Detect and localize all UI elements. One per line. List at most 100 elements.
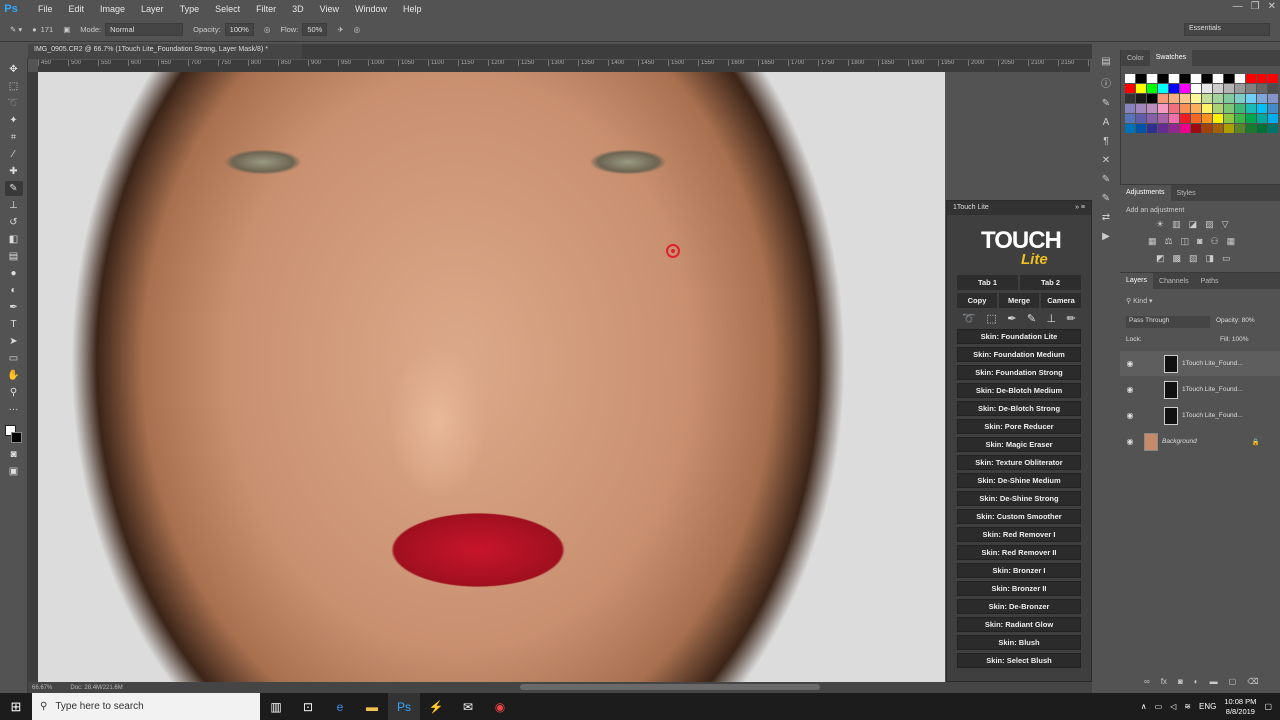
skin-button[interactable]: Skin: Select Blush xyxy=(957,653,1081,668)
network-icon[interactable]: ▭ xyxy=(1155,702,1163,711)
skin-button[interactable]: Skin: Custom Smoother xyxy=(957,509,1081,524)
menu-help[interactable]: Help xyxy=(395,4,430,14)
photoshop-taskbar-icon[interactable]: Ps xyxy=(388,693,420,720)
group-icon[interactable]: ▬ xyxy=(1210,677,1218,686)
threshold-icon[interactable]: ▧ xyxy=(1189,253,1198,264)
color-swatch[interactable] xyxy=(1268,124,1278,133)
gradient-tool-icon[interactable]: ▤ xyxy=(5,249,23,264)
color-swatch[interactable] xyxy=(1257,124,1267,133)
clone-stamp-tool-icon[interactable]: ⊥ xyxy=(5,198,23,213)
color-swatch[interactable] xyxy=(1136,74,1146,83)
tab-swatches[interactable]: Swatches xyxy=(1149,50,1193,66)
color-swatch[interactable] xyxy=(1125,74,1135,83)
color-swatch[interactable] xyxy=(1235,104,1245,113)
blend-mode-select[interactable]: Pass Through xyxy=(1126,316,1210,328)
play-icon[interactable]: ▶ xyxy=(1102,231,1110,242)
color-swatch[interactable] xyxy=(1213,104,1223,113)
channel-mixer-icon[interactable]: ⚇ xyxy=(1211,236,1219,247)
curves-icon[interactable]: ◪ xyxy=(1189,219,1198,230)
layer-row[interactable]: ◉ Background 🔒 xyxy=(1120,429,1280,454)
color-swatch[interactable] xyxy=(1125,84,1135,93)
clock[interactable]: 10:08 PM 8/8/2019 xyxy=(1224,697,1256,717)
windows-start-icon[interactable]: ⊞ xyxy=(0,699,32,715)
color-swatch[interactable] xyxy=(1147,104,1157,113)
taskbar-search[interactable]: ⚲ Type here to search xyxy=(32,693,260,720)
color-swatch[interactable] xyxy=(1147,84,1157,93)
store-icon[interactable]: ⊡ xyxy=(292,693,324,720)
restore-icon[interactable]: ❐ xyxy=(1251,1,1260,12)
color-swatch[interactable] xyxy=(1169,124,1179,133)
color-swatch[interactable] xyxy=(1147,74,1157,83)
color-swatch[interactable] xyxy=(1213,114,1223,123)
color-swatch[interactable] xyxy=(1180,94,1190,103)
skin-button[interactable]: Skin: De-Blotch Medium xyxy=(957,383,1081,398)
pen-icon[interactable]: ✒ xyxy=(1007,312,1016,325)
brush-settings-icon[interactable]: ✎ xyxy=(1102,98,1110,109)
color-swatch[interactable] xyxy=(1202,74,1212,83)
menu-view[interactable]: View xyxy=(312,4,347,14)
zoom-tool-icon[interactable]: ⚲ xyxy=(5,385,23,400)
tab-layers[interactable]: Layers xyxy=(1120,273,1154,289)
color-swatch[interactable] xyxy=(1180,84,1190,93)
wifi-icon[interactable]: ≋ xyxy=(1184,702,1191,711)
skin-button[interactable]: Skin: Pore Reducer xyxy=(957,419,1081,434)
more-tools-icon[interactable]: ··· xyxy=(5,402,23,417)
color-swatch[interactable] xyxy=(1180,74,1190,83)
blur-tool-icon[interactable]: ● xyxy=(5,266,23,281)
skin-button[interactable]: Skin: Foundation Strong xyxy=(957,365,1081,380)
color-swatch[interactable] xyxy=(1125,114,1135,123)
skin-button[interactable]: Skin: Foundation Medium xyxy=(957,347,1081,362)
workspace-select[interactable]: Essentials xyxy=(1184,23,1270,36)
vibrance-icon[interactable]: ▽ xyxy=(1222,219,1229,230)
plugin-tab-1[interactable]: Tab 1 xyxy=(957,275,1018,290)
tools-icon[interactable]: ✕ xyxy=(1102,155,1110,166)
mail-icon[interactable]: ✉ xyxy=(452,693,484,720)
color-swatch[interactable] xyxy=(1158,94,1168,103)
task-view-icon[interactable]: ▥ xyxy=(260,693,292,720)
color-swatch[interactable] xyxy=(1246,94,1256,103)
color-swatch[interactable] xyxy=(1224,84,1234,93)
zoom-level[interactable]: 66.67% xyxy=(32,685,52,691)
skin-button[interactable]: Skin: De-Blotch Strong xyxy=(957,401,1081,416)
color-swatch[interactable] xyxy=(1235,94,1245,103)
mask-icon[interactable]: ◙ xyxy=(1178,677,1183,686)
chevron-up-icon[interactable]: ∧ xyxy=(1141,702,1147,711)
color-swatch[interactable] xyxy=(1202,84,1212,93)
color-swatch[interactable] xyxy=(1202,124,1212,133)
color-swatch[interactable] xyxy=(1224,104,1234,113)
chrome-icon[interactable]: ◉ xyxy=(484,693,516,720)
info-icon[interactable]: ⓘ xyxy=(1101,75,1111,90)
layer-row[interactable]: ◉ 1Touch Lite_Found... xyxy=(1120,403,1280,428)
pen-tool-icon[interactable]: ✒ xyxy=(5,300,23,315)
opacity-field[interactable]: 100% xyxy=(224,23,254,36)
color-swatch[interactable] xyxy=(1180,114,1190,123)
pressure-opacity-icon[interactable]: ◎ xyxy=(264,25,271,34)
copy-button[interactable]: Copy xyxy=(957,293,997,308)
menu-image[interactable]: Image xyxy=(92,4,133,14)
color-swatch[interactable] xyxy=(1268,74,1278,83)
color-swatch[interactable] xyxy=(1136,124,1146,133)
color-swatch[interactable] xyxy=(1202,94,1212,103)
color-swatch[interactable] xyxy=(1191,124,1201,133)
fx-icon[interactable]: fx xyxy=(1161,677,1167,686)
color-swatch[interactable] xyxy=(1235,114,1245,123)
color-swatch[interactable] xyxy=(1246,104,1256,113)
color-swatch[interactable] xyxy=(1158,104,1168,113)
color-swatch[interactable] xyxy=(1246,74,1256,83)
color-swatch[interactable] xyxy=(1158,124,1168,133)
color-swatch[interactable] xyxy=(1147,124,1157,133)
color-swatch[interactable] xyxy=(1257,74,1267,83)
merge-button[interactable]: Merge xyxy=(999,293,1039,308)
brush-tool-icon[interactable]: ✎ xyxy=(4,181,23,196)
color-swatch[interactable] xyxy=(1213,94,1223,103)
quick-mask-icon[interactable]: ◙ xyxy=(5,447,23,462)
color-lookup-icon[interactable]: ▦ xyxy=(1227,236,1236,247)
pressure-size-icon[interactable]: ◎ xyxy=(354,25,361,34)
color-swatch[interactable] xyxy=(1213,84,1223,93)
color-swatch[interactable] xyxy=(1125,94,1135,103)
layer-row[interactable]: ◉ 1Touch Lite_Found... xyxy=(1120,351,1280,376)
selective-color-icon[interactable]: ◨ xyxy=(1206,253,1215,264)
color-swatch[interactable] xyxy=(1169,114,1179,123)
color-swatch[interactable] xyxy=(1268,104,1278,113)
color-swatch[interactable] xyxy=(1191,114,1201,123)
